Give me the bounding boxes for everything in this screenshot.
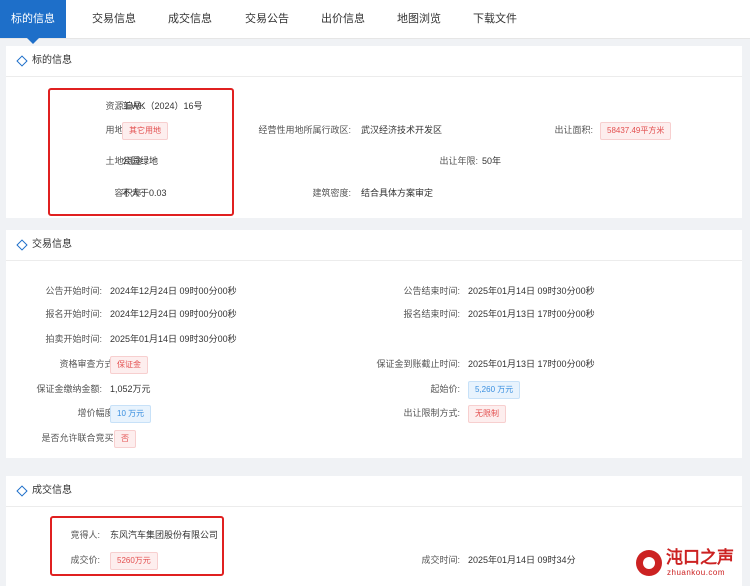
deposit-deadline-label: 保证金到账截止时间: bbox=[376, 359, 460, 369]
diamond-icon bbox=[16, 239, 28, 251]
auction-start-label: 拍卖开始时间: bbox=[45, 334, 102, 344]
density-label: 建筑密度: bbox=[312, 188, 351, 198]
term-value: 50年 bbox=[482, 156, 502, 166]
watermark-logo-icon bbox=[636, 550, 662, 576]
watermark-brand: 沌口之声 bbox=[666, 548, 734, 567]
highlight-box bbox=[48, 88, 234, 216]
deposit-amount-label: 保证金缴纳金额: bbox=[36, 384, 102, 394]
notice-end-value: 2025年01月14日 09时30分00秒 bbox=[468, 286, 595, 296]
deposit-amount-value: 1,052万元 bbox=[110, 384, 151, 394]
tab-trade-notice[interactable]: 交易公告 bbox=[233, 0, 301, 38]
restriction-label: 出让限制方式: bbox=[403, 408, 460, 418]
trade-info-panel: 交易信息 公告开始时间: 2024年12月24日 09时00分00秒 公告结束时… bbox=[6, 230, 742, 458]
diamond-icon bbox=[16, 485, 28, 497]
restriction-tag: 无限制 bbox=[468, 405, 506, 423]
subject-info-panel: 标的信息 资源编号: 工WK（2024）16号 用地类型: 其它用地 经营性用地… bbox=[6, 46, 742, 218]
watermark-domain: zhuankou.com bbox=[667, 568, 726, 577]
tab-bid-info[interactable]: 出价信息 bbox=[309, 0, 377, 38]
tab-trade-info[interactable]: 交易信息 bbox=[80, 0, 148, 38]
deal-time-value: 2025年01月14日 09时34分 bbox=[468, 555, 576, 565]
panel-header: 标的信息 bbox=[6, 46, 742, 77]
diamond-icon bbox=[16, 55, 28, 67]
tab-bar: 标的信息 交易信息 成交信息 交易公告 出价信息 地图浏览 下载文件 bbox=[0, 0, 750, 44]
auction-start-value: 2025年01月14日 09时30分00秒 bbox=[110, 334, 237, 344]
deposit-deadline-value: 2025年01月13日 17时00分00秒 bbox=[468, 359, 595, 369]
increment-tag: 10 万元 bbox=[110, 405, 152, 423]
reg-start-label: 报名开始时间: bbox=[45, 309, 102, 319]
start-price-tag: 5,260 万元 bbox=[468, 381, 521, 399]
density-value: 结合具体方案审定 bbox=[361, 188, 434, 198]
joint-bid-label: 是否允许联合竞买: bbox=[41, 433, 116, 443]
qualification-tag: 保证金 bbox=[110, 356, 148, 374]
notice-end-label: 公告结束时间: bbox=[403, 286, 460, 296]
notice-start-label: 公告开始时间: bbox=[45, 286, 102, 296]
term-label: 出让年限: bbox=[439, 156, 478, 166]
area-tag: 58437.49平方米 bbox=[600, 122, 672, 140]
area-label: 出让面积: bbox=[554, 125, 593, 135]
tab-deal-info[interactable]: 成交信息 bbox=[156, 0, 224, 38]
tab-download-files[interactable]: 下载文件 bbox=[461, 0, 529, 38]
qualification-label: 资格审查方式: bbox=[59, 359, 116, 369]
district-value: 武汉经济技术开发区 bbox=[361, 125, 443, 135]
reg-end-label: 报名结束时间: bbox=[403, 309, 460, 319]
district-label: 经营性用地所属行政区: bbox=[258, 125, 351, 135]
tab-subject-info[interactable]: 标的信息 bbox=[0, 0, 66, 44]
reg-end-value: 2025年01月13日 17时00分00秒 bbox=[468, 309, 595, 319]
panel-header: 交易信息 bbox=[6, 230, 742, 261]
panel-title: 成交信息 bbox=[32, 485, 72, 496]
tab-map-view[interactable]: 地图浏览 bbox=[385, 0, 453, 38]
deal-time-label: 成交时间: bbox=[421, 555, 460, 565]
reg-start-value: 2024年12月24日 09时00分00秒 bbox=[110, 309, 237, 319]
deal-info-panel: 成交信息 竞得人: 东风汽车集团股份有限公司 成交价: 5260万元 成交时间:… bbox=[6, 476, 742, 586]
joint-bid-tag: 否 bbox=[114, 430, 136, 448]
panel-header: 成交信息 bbox=[6, 476, 742, 507]
notice-start-value: 2024年12月24日 09时00分00秒 bbox=[110, 286, 237, 296]
panel-title: 交易信息 bbox=[32, 239, 72, 250]
start-price-label: 起始价: bbox=[430, 384, 460, 394]
watermark: 沌口之声 zhuankou.com bbox=[636, 548, 746, 582]
highlight-box bbox=[50, 516, 224, 576]
panel-title: 标的信息 bbox=[32, 55, 72, 66]
